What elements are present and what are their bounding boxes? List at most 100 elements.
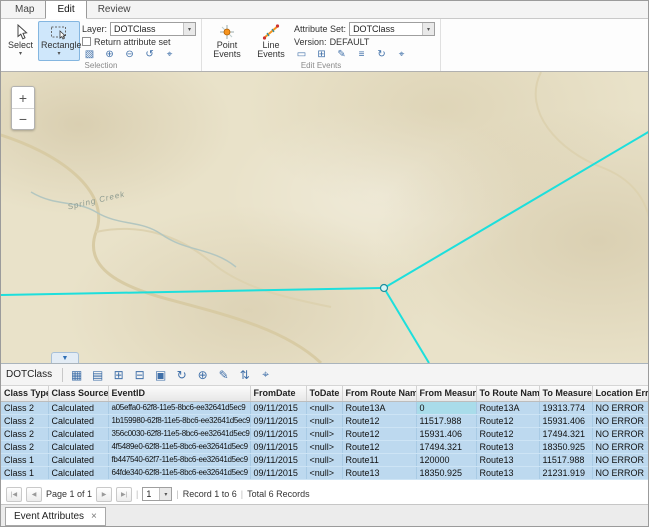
add-to-selection-icon[interactable]: ⊕ [102, 47, 117, 61]
clear-selection-icon[interactable]: ↺ [142, 47, 157, 61]
table-cell[interactable]: Route13A [476, 401, 539, 414]
table-cell[interactable]: NO ERROR [592, 466, 649, 479]
column-header[interactable]: EventID [108, 386, 250, 401]
table-cell[interactable]: Route12 [342, 440, 416, 453]
attribute-grid-icon[interactable]: ▦ [67, 366, 86, 383]
table-cell[interactable]: Calculated [48, 414, 108, 427]
column-header[interactable]: Location Error [592, 386, 649, 401]
table-cell[interactable]: <null> [306, 414, 342, 427]
table-cell[interactable]: Route13 [342, 466, 416, 479]
column-header[interactable]: FromDate [250, 386, 306, 401]
remove-record-icon[interactable]: ⊟ [130, 366, 149, 383]
table-cell[interactable]: Class 2 [1, 414, 48, 427]
merge-events-icon[interactable]: ⊞ [314, 47, 329, 61]
table-cell[interactable]: Calculated [48, 401, 108, 414]
table-cell[interactable]: 18350.925 [539, 440, 592, 453]
close-icon[interactable]: × [91, 512, 97, 522]
table-cell[interactable]: 120000 [416, 453, 476, 466]
table-cell[interactable]: Class 2 [1, 440, 48, 453]
route-polyline[interactable] [1, 288, 384, 295]
select-by-rectangle-icon[interactable]: ▧ [82, 47, 97, 61]
panel-collapse-tab[interactable]: ▼ [51, 352, 79, 363]
table-cell[interactable]: Route13 [476, 440, 539, 453]
point-events-button[interactable]: Point Events [206, 21, 248, 61]
select-button[interactable]: Select ▾ [5, 21, 36, 61]
zoom-in-button[interactable]: + [12, 87, 34, 108]
table-cell[interactable]: Class 2 [1, 427, 48, 440]
refresh-events-icon[interactable]: ↻ [374, 47, 389, 61]
attribute-set-select[interactable]: DOTClass ▾ [349, 22, 435, 36]
remove-from-selection-icon[interactable]: ⊖ [122, 47, 137, 61]
table-cell[interactable]: NO ERROR [592, 440, 649, 453]
table-cell[interactable]: NO ERROR [592, 427, 649, 440]
line-events-button[interactable]: Line Events [250, 21, 292, 61]
table-cell[interactable]: Route12 [476, 414, 539, 427]
table-cell[interactable]: 356c0030-62f8-11e5-8bc6-ee32641d5ec9 [108, 427, 250, 440]
add-record-icon[interactable]: ⊞ [109, 366, 128, 383]
table-cell[interactable]: NO ERROR [592, 401, 649, 414]
table-cell[interactable]: a05effa0-62f8-11e5-8bc6-ee32641d5ec9 [108, 401, 250, 414]
table-cell[interactable]: <null> [306, 466, 342, 479]
tab-map[interactable]: Map [4, 1, 45, 18]
column-header[interactable]: Class Source [48, 386, 108, 401]
tab-edit[interactable]: Edit [45, 0, 86, 19]
table-cell[interactable]: Route12 [476, 427, 539, 440]
table-cell[interactable]: 15931.406 [416, 427, 476, 440]
table-cell[interactable]: Class 2 [1, 401, 48, 414]
column-header[interactable]: To Route Name [476, 386, 539, 401]
map-canvas[interactable]: Spring Creek + − ▼ [1, 72, 649, 363]
table-row[interactable]: Class 1Calculated64fde340-62f8-11e5-8bc6… [1, 466, 649, 479]
new-event-icon[interactable]: ⊕ [193, 366, 212, 383]
table-cell[interactable]: 17494.321 [539, 427, 592, 440]
column-header[interactable]: To Measure [539, 386, 592, 401]
rectangle-button[interactable]: Rectangle ▾ [38, 21, 80, 61]
edit-event-icon[interactable]: ✎ [334, 47, 349, 61]
refresh-table-icon[interactable]: ↻ [172, 366, 191, 383]
column-header[interactable]: Class Type [1, 386, 48, 401]
table-cell[interactable]: Calculated [48, 453, 108, 466]
table-cell[interactable]: NO ERROR [592, 414, 649, 427]
table-cell[interactable]: <null> [306, 427, 342, 440]
table-cell[interactable]: 09/11/2015 [250, 401, 306, 414]
route-polyline[interactable] [384, 131, 649, 288]
table-cell[interactable]: Calculated [48, 440, 108, 453]
table-cell[interactable]: 17494.321 [416, 440, 476, 453]
last-page-button[interactable]: ▶| [116, 487, 132, 502]
table-cell[interactable]: 4f5489e0-62f8-11e5-8bc6-ee32641d5ec9 [108, 440, 250, 453]
column-header[interactable]: From Route Name [342, 386, 416, 401]
event-list-icon[interactable]: ≡ [354, 47, 369, 61]
table-cell[interactable]: Calculated [48, 466, 108, 479]
table-cell[interactable]: Class 1 [1, 466, 48, 479]
table-cell[interactable]: 19313.774 [539, 401, 592, 414]
add-event-icon[interactable]: ▭ [294, 47, 309, 61]
table-cell[interactable]: Route12 [342, 414, 416, 427]
table-row[interactable]: Class 2Calculated4f5489e0-62f8-11e5-8bc6… [1, 440, 649, 453]
table-cell[interactable]: Route12 [342, 427, 416, 440]
tab-event-attributes[interactable]: Event Attributes × [5, 507, 106, 526]
table-cell[interactable]: NO ERROR [592, 453, 649, 466]
table-cell[interactable]: 11517.988 [539, 453, 592, 466]
table-cell[interactable]: 15931.406 [539, 414, 592, 427]
junction-vertex[interactable] [381, 285, 388, 292]
table-cell[interactable]: Calculated [48, 427, 108, 440]
table-row[interactable]: Class 1Calculatedfb447540-62f7-11e5-8bc6… [1, 453, 649, 466]
table-cell[interactable]: <null> [306, 440, 342, 453]
locate-event-icon[interactable]: ⌖ [394, 47, 409, 61]
table-row[interactable]: Class 2Calculated356c0030-62f8-11e5-8bc6… [1, 427, 649, 440]
table-cell[interactable]: Route13 [476, 466, 539, 479]
table-cell[interactable]: 09/11/2015 [250, 453, 306, 466]
table-cell[interactable]: 09/11/2015 [250, 466, 306, 479]
fields-view-icon[interactable]: ▤ [88, 366, 107, 383]
table-cell[interactable]: 0 [416, 401, 476, 414]
table-cell[interactable]: 1b159980-62f8-11e5-8bc6-ee32641d5ec9 [108, 414, 250, 427]
table-cell[interactable]: <null> [306, 453, 342, 466]
sort-records-icon[interactable]: ⇅ [235, 366, 254, 383]
first-page-button[interactable]: |◀ [6, 487, 22, 502]
table-cell[interactable]: 09/11/2015 [250, 440, 306, 453]
zoom-to-record-icon[interactable]: ⌖ [256, 366, 275, 383]
table-cell[interactable]: 21231.919 [539, 466, 592, 479]
zoom-out-button[interactable]: − [12, 108, 34, 129]
table-cell[interactable]: Route13A [342, 401, 416, 414]
previous-page-button[interactable]: ◀ [26, 487, 42, 502]
table-row[interactable]: Class 2Calculateda05effa0-62f8-11e5-8bc6… [1, 401, 649, 414]
